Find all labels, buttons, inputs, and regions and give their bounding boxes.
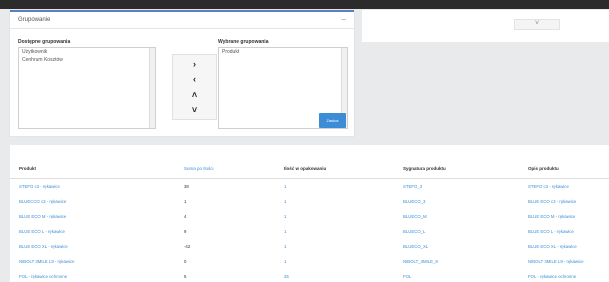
cell-qty[interactable]: 1 — [284, 184, 286, 189]
right-panel: ˅ — [362, 10, 609, 42]
cell-qty[interactable]: 25 — [284, 274, 289, 279]
cell-product[interactable]: BLUE ECO M - rękawice — [19, 214, 66, 219]
grouping-title: Grupowanie — [18, 17, 51, 23]
available-groupings-list[interactable]: Użytkownik Cenhrum Kosztów — [18, 47, 156, 129]
cell-sum: 5 — [184, 274, 187, 279]
cell-sum: 38 — [184, 184, 189, 189]
cell-description[interactable]: BLUE ECO L - rękawice — [528, 229, 574, 234]
selected-groupings-label: Wybrane grupowania — [218, 39, 269, 45]
cell-signature[interactable]: FOL — [403, 274, 411, 279]
cell-sum: -42 — [184, 244, 191, 249]
remove-grouping-button[interactable]: ‹ — [173, 72, 216, 86]
cell-qty[interactable]: 1 — [284, 244, 286, 249]
cell-sum: 0 — [184, 259, 187, 264]
cell-signature[interactable]: BLUECO_3 — [403, 199, 425, 204]
column-header-produkt[interactable]: Produkt — [19, 166, 36, 171]
cell-qty[interactable]: 1 — [284, 199, 286, 204]
cell-signature[interactable]: STEFO_3 — [403, 184, 422, 189]
cell-description[interactable]: STEFO c3 - rękawice — [528, 184, 569, 189]
cell-qty[interactable]: 1 — [284, 229, 286, 234]
move-up-button[interactable]: ˄ — [173, 88, 216, 102]
cell-description[interactable]: BLUE ECO XL - rękawice — [528, 244, 577, 249]
cell-product[interactable]: BLUE ECO L - rękawice — [19, 229, 65, 234]
cell-sum: 1 — [184, 199, 187, 204]
cell-signature[interactable]: NIBOLT_3MILE_9 — [403, 259, 438, 264]
cell-product[interactable]: BLUE ECO XL - rękawice — [19, 244, 68, 249]
cell-description[interactable]: BLUE ECO M - rękawice — [528, 214, 575, 219]
column-header-opis[interactable]: Opis produktu — [528, 166, 559, 171]
cell-product[interactable]: STEFO c3 - rękawice — [19, 184, 60, 189]
cell-description[interactable]: BLUE ECO c3 - rękawice — [528, 199, 576, 204]
cell-signature[interactable]: BLUECO_L — [403, 229, 425, 234]
move-buttons: › ‹ ˄ ˅ — [172, 54, 217, 120]
results-table: Produkt Suma po Ilości Ilość w opakowani… — [10, 145, 609, 282]
cell-product[interactable]: BLUECCO c3 - rękawice — [19, 199, 66, 204]
cell-signature[interactable]: BLUECO_XL — [403, 244, 428, 249]
chevron-down-icon[interactable]: ˅ — [514, 19, 560, 30]
cell-product[interactable]: FOL - rękawice ochronne — [19, 274, 67, 279]
scrollbar[interactable] — [149, 48, 155, 128]
cell-qty[interactable]: 1 — [284, 214, 286, 219]
cell-description[interactable]: FOL - rękawice ochronne — [528, 274, 576, 279]
top-bar — [0, 0, 609, 9]
cell-signature[interactable]: BLUECO_M — [403, 214, 427, 219]
column-header-suma[interactable]: Suma po Ilości — [184, 166, 214, 171]
list-item[interactable]: Użytkownik — [19, 48, 155, 56]
list-item[interactable]: Produkt — [219, 48, 347, 56]
grouping-panel: Grupowanie – Dostępne grupowania Użytkow… — [10, 10, 354, 136]
available-groupings-label: Dostępne grupowania — [18, 39, 71, 45]
column-header-ilosc[interactable]: Ilość w opakowaniu — [284, 166, 326, 171]
cell-sum: 4 — [184, 214, 187, 219]
cell-description[interactable]: NIBOLT 3MILE L9 - rękawice — [528, 259, 583, 264]
move-down-button[interactable]: ˅ — [173, 103, 216, 117]
header-divider — [10, 178, 609, 179]
add-grouping-button[interactable]: › — [173, 57, 216, 71]
column-header-sygnatura[interactable]: Sygnatura produktu — [403, 166, 446, 171]
cell-qty[interactable]: 1 — [284, 259, 286, 264]
list-item[interactable]: Cenhrum Kosztów — [19, 56, 155, 64]
cell-product[interactable]: NIBOLT 3MILE L9 - rękawice — [19, 259, 74, 264]
minus-icon[interactable]: – — [342, 15, 346, 24]
cell-sum: 9 — [184, 229, 187, 234]
grouping-header: Grupowanie – — [10, 12, 354, 29]
apply-button[interactable]: Zastos — [319, 113, 346, 128]
